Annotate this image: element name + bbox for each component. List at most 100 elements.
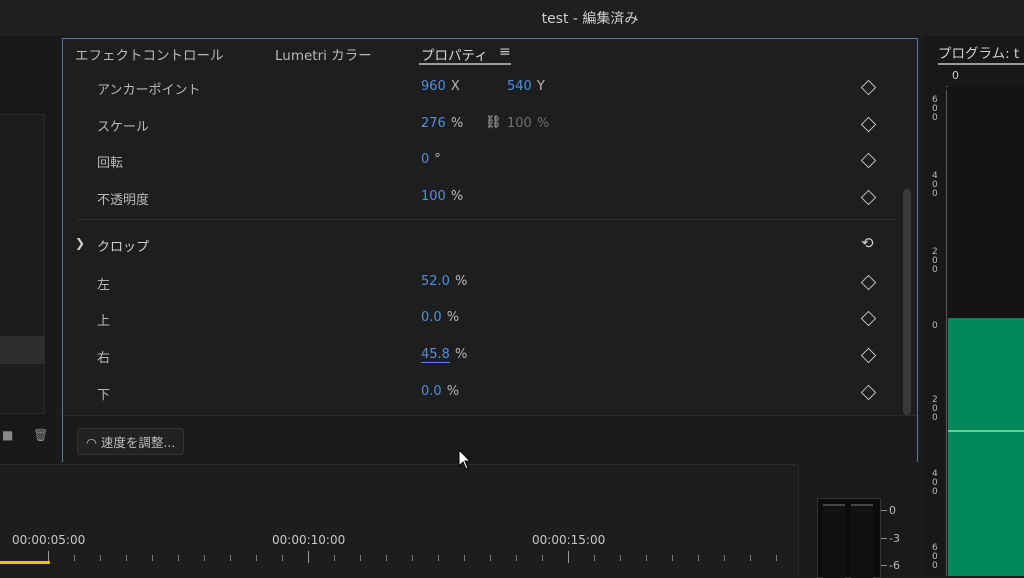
chevron-down-icon[interactable]: ❯ bbox=[75, 236, 85, 250]
db-label: 0 bbox=[889, 504, 896, 517]
property-label: アンカーポイント bbox=[97, 83, 201, 98]
minor-tick bbox=[698, 555, 699, 561]
folder-icon[interactable]: ■ bbox=[2, 428, 13, 442]
minor-tick bbox=[412, 555, 413, 561]
meter-channel-left bbox=[823, 504, 845, 578]
meter-channel-right bbox=[851, 504, 873, 578]
program-monitor: プログラム: t 0 600 400 200 0 200 400 600 bbox=[924, 36, 1024, 576]
minor-tick bbox=[594, 555, 595, 561]
ruler-label: 400 bbox=[932, 171, 938, 199]
tab-properties[interactable]: プロパティ bbox=[421, 44, 488, 64]
keyframe-diamond-icon[interactable] bbox=[860, 274, 877, 291]
tab-effect-controls[interactable]: エフェクトコントロール bbox=[75, 44, 224, 64]
trash-icon[interactable]: 🗑 bbox=[33, 428, 48, 442]
crop-left-value[interactable]: 52.0% bbox=[421, 274, 467, 289]
speedometer-icon: ◠ bbox=[86, 435, 97, 450]
property-row-rotation: 回転 0 ° bbox=[63, 146, 899, 176]
panel-bottom-bar: ◠ 速度を調整... bbox=[63, 415, 917, 462]
property-label: 不透明度 bbox=[97, 193, 150, 208]
db-tick bbox=[881, 510, 887, 511]
left-panel-selected-item[interactable] bbox=[0, 336, 44, 364]
crop-bottom-value[interactable]: 0.0% bbox=[421, 384, 459, 399]
timeline-ruler[interactable] bbox=[0, 551, 796, 567]
keyframe-diamond-icon[interactable] bbox=[860, 310, 877, 327]
active-tab-indicator bbox=[419, 63, 511, 65]
anchor-x-value[interactable]: 960 X bbox=[421, 79, 460, 94]
property-label: 回転 bbox=[97, 156, 124, 171]
property-label: 上 bbox=[97, 314, 111, 329]
property-row-opacity: 不透明度 100% bbox=[63, 183, 899, 213]
timecode-label: 00:00:05:00 bbox=[12, 533, 86, 547]
property-row-crop-right: 右 45.8% bbox=[63, 341, 899, 371]
property-label: 右 bbox=[97, 351, 111, 366]
keyframe-diamond-icon[interactable] bbox=[860, 384, 877, 401]
minor-tick bbox=[776, 555, 777, 561]
work-area-bar[interactable] bbox=[0, 561, 50, 564]
window-title: test - 編集済み bbox=[541, 11, 639, 27]
minor-tick bbox=[230, 555, 231, 561]
keyframe-diamond-icon[interactable] bbox=[860, 152, 877, 169]
ruler-label: 0 bbox=[932, 321, 938, 331]
keyframe-diamond-icon[interactable] bbox=[860, 116, 877, 133]
program-monitor-title[interactable]: プログラム: t bbox=[938, 42, 1019, 62]
video-frame-green bbox=[948, 318, 1024, 576]
property-row-scale: スケール 276% ⛓ 100% bbox=[63, 110, 899, 140]
keyframe-diamond-icon[interactable] bbox=[860, 189, 877, 206]
title-bar: test - 編集済み bbox=[0, 0, 1024, 36]
minor-tick bbox=[724, 555, 725, 561]
ruler-left: 600 400 200 0 200 400 600 bbox=[928, 90, 947, 576]
minor-tick bbox=[386, 555, 387, 561]
section-divider bbox=[77, 219, 897, 220]
opacity-value[interactable]: 100% bbox=[421, 189, 463, 204]
keyframe-diamond-icon[interactable] bbox=[860, 79, 877, 96]
ruler-label: 600 bbox=[932, 543, 938, 571]
active-tab-indicator bbox=[938, 63, 1024, 65]
tab-lumetri-color[interactable]: Lumetri カラー bbox=[275, 44, 372, 64]
minor-tick bbox=[282, 555, 283, 561]
ruler-top: 0 bbox=[946, 69, 1024, 87]
guide-line bbox=[948, 430, 1024, 432]
minor-tick bbox=[646, 555, 647, 561]
property-row-crop-top: 上 0.0% bbox=[63, 304, 899, 334]
reset-icon[interactable]: ⟲ bbox=[861, 234, 874, 252]
panel-tabs: エフェクトコントロール Lumetri カラー プロパティ ≡ bbox=[63, 39, 917, 67]
cursor-arrow-icon bbox=[458, 448, 472, 470]
minor-tick bbox=[438, 555, 439, 561]
hamburger-menu-icon[interactable]: ≡ bbox=[499, 44, 511, 60]
property-label: 左 bbox=[97, 278, 111, 293]
adjust-speed-button[interactable]: ◠ 速度を調整... bbox=[77, 428, 185, 455]
minor-tick bbox=[750, 555, 751, 561]
scale-value-secondary: 100% bbox=[507, 116, 550, 131]
left-panel-list[interactable] bbox=[0, 114, 45, 414]
db-label: -6 bbox=[889, 559, 900, 572]
minor-tick bbox=[542, 555, 543, 561]
scale-value[interactable]: 276% bbox=[421, 116, 463, 131]
property-row-crop-bottom: 下 0.0% bbox=[63, 378, 899, 408]
crop-top-value[interactable]: 0.0% bbox=[421, 310, 459, 325]
minor-tick bbox=[178, 555, 179, 561]
timeline-panel[interactable]: 00:00:05:00 00:00:10:00 00:00:15:00 bbox=[0, 464, 796, 577]
property-row-crop-left: 左 52.0% bbox=[63, 268, 899, 298]
minor-tick bbox=[334, 555, 335, 561]
property-row-anchor-point: アンカーポイント 960 X 540 Y bbox=[63, 73, 899, 103]
db-tick bbox=[881, 565, 887, 566]
property-label: 下 bbox=[97, 388, 111, 403]
panel-scrollbar[interactable] bbox=[903, 189, 911, 415]
rotation-value[interactable]: 0 ° bbox=[421, 152, 441, 167]
properties-panel: エフェクトコントロール Lumetri カラー プロパティ ≡ アンカーポイント… bbox=[62, 38, 918, 462]
crop-group-header[interactable]: ❯ クロップ ⟲ bbox=[75, 231, 905, 261]
ruler-label: 600 bbox=[932, 95, 938, 123]
ruler-label: 200 bbox=[932, 395, 938, 423]
timecode-label: 00:00:15:00 bbox=[532, 533, 606, 547]
crop-right-value[interactable]: 45.8% bbox=[421, 347, 467, 363]
minor-tick bbox=[100, 555, 101, 561]
major-tick bbox=[568, 551, 569, 563]
keyframe-diamond-icon[interactable] bbox=[860, 347, 877, 364]
anchor-y-value[interactable]: 540 Y bbox=[507, 79, 545, 94]
ruler-label: 400 bbox=[932, 469, 938, 497]
ruler-label: 200 bbox=[932, 247, 938, 275]
link-chain-icon[interactable]: ⛓ bbox=[485, 115, 502, 130]
minor-tick bbox=[620, 555, 621, 561]
minor-tick bbox=[204, 555, 205, 561]
minor-tick bbox=[672, 555, 673, 561]
